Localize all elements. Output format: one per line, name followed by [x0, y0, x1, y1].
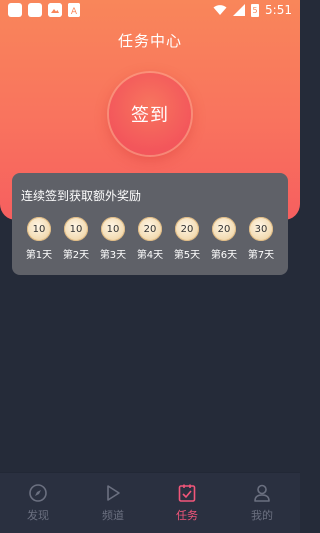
sim-icon: A — [68, 3, 80, 17]
status-bar: A 5 5:51 — [0, 0, 300, 20]
notification-icon — [8, 3, 22, 17]
coin-badge: 10 — [27, 217, 51, 241]
coin-badge: 20 — [175, 217, 199, 241]
reward-card: 连续签到获取额外奖励 10 第1天 10 第2天 10 第3天 20 第4天 2… — [12, 173, 288, 275]
reward-day: 20 第5天 — [169, 217, 205, 261]
tab-label: 频道 — [102, 509, 124, 522]
day-label: 第3天 — [99, 250, 127, 261]
day-label: 第6天 — [210, 250, 238, 261]
battery-icon: 5 — [251, 3, 260, 17]
reward-day: 10 第2天 — [58, 217, 94, 261]
compass-icon — [29, 484, 47, 502]
coin-badge: 10 — [101, 217, 125, 241]
status-time: 5:51 — [265, 3, 292, 17]
coin-badge: 10 — [64, 217, 88, 241]
user-icon — [254, 484, 270, 502]
wifi-icon — [213, 5, 227, 15]
svg-text:A: A — [71, 7, 78, 17]
day-label: 第2天 — [62, 250, 90, 261]
notification-icon — [28, 3, 42, 17]
reward-day: 10 第1天 — [21, 217, 57, 261]
tab-channels[interactable]: 频道 — [83, 483, 143, 523]
image-notification-icon — [48, 3, 62, 17]
tab-label: 任务 — [176, 509, 198, 522]
tab-tasks[interactable]: 任务 — [157, 483, 217, 523]
day-label: 第5天 — [173, 250, 201, 261]
tab-label: 我的 — [251, 509, 273, 522]
day-label: 第1天 — [25, 250, 53, 261]
bottom-tab-bar: 发现 频道 任务 我的 — [0, 472, 300, 533]
reward-day: 20 第4天 — [132, 217, 168, 261]
reward-card-title: 连续签到获取额外奖励 — [21, 189, 142, 203]
reward-day: 10 第3天 — [95, 217, 131, 261]
coin-badge: 20 — [138, 217, 162, 241]
page-title: 任务中心 — [117, 32, 182, 50]
tab-discover[interactable]: 发现 — [8, 483, 68, 523]
reward-day: 20 第6天 — [206, 217, 242, 261]
tab-profile[interactable]: 我的 — [232, 483, 292, 523]
day-label: 第7天 — [247, 250, 275, 261]
coin-badge: 30 — [249, 217, 273, 241]
signal-icon — [233, 4, 246, 16]
coin-badge: 20 — [212, 217, 236, 241]
checkin-button[interactable]: 签到 — [109, 73, 191, 155]
tab-label: 发现 — [27, 509, 49, 522]
reward-days: 10 第1天 10 第2天 10 第3天 20 第4天 20 第5天 20 第6… — [12, 217, 288, 267]
day-label: 第4天 — [136, 250, 164, 261]
reward-day: 30 第7天 — [243, 217, 279, 261]
task-checklist-icon — [178, 484, 196, 502]
battery-level: 5 — [252, 5, 258, 15]
play-icon — [107, 485, 120, 501]
